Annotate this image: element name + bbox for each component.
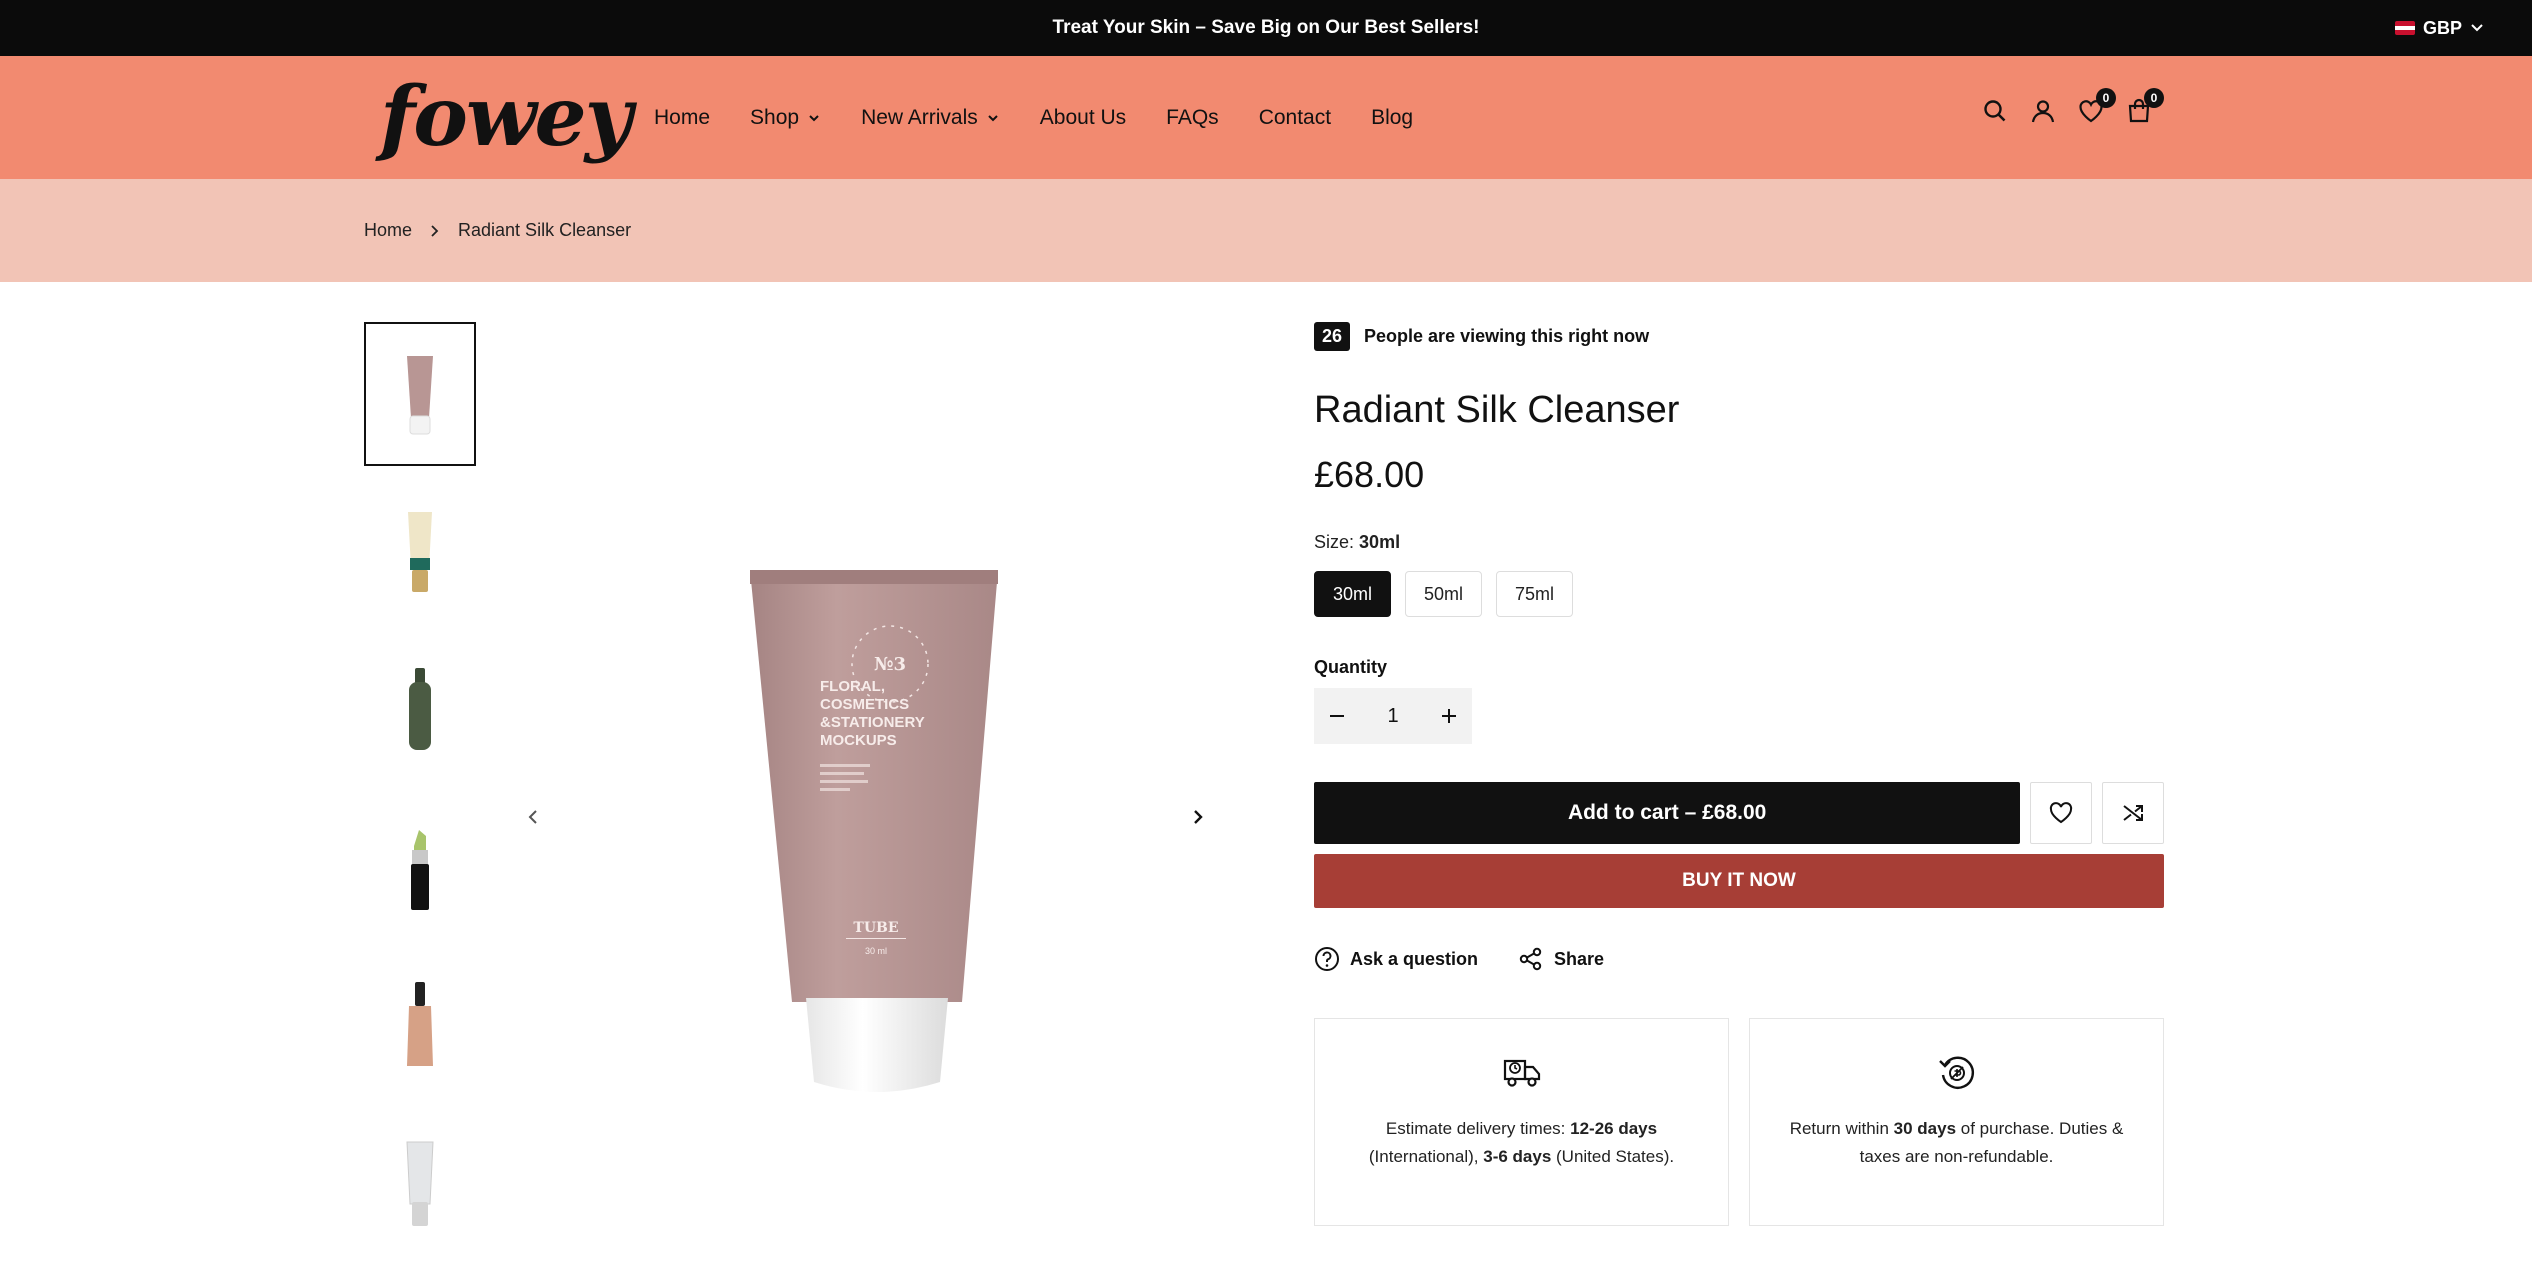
chevron-down-icon (988, 114, 998, 121)
logo[interactable]: fowey (380, 76, 632, 158)
nav-contact[interactable]: Contact (1259, 106, 1331, 130)
announcement-text: Treat Your Skin – Save Big on Our Best S… (1052, 17, 1480, 38)
add-to-wishlist-button[interactable] (2030, 782, 2093, 844)
product-title: Radiant Silk Cleanser (1314, 389, 1680, 431)
viewers-text: People are viewing this right now (1364, 326, 1650, 346)
minus-icon (1330, 715, 1344, 717)
share-link[interactable]: Share (1518, 946, 1604, 972)
tube-headline-2: COSMETICS (820, 696, 909, 713)
plus-icon (1442, 709, 1456, 723)
heart-icon (2050, 802, 2073, 824)
foundation-thumbnail-icon (407, 982, 433, 1066)
breadcrumb-current: Radiant Silk Cleanser (458, 220, 632, 240)
size-option-75ml[interactable]: 75ml (1496, 571, 1574, 617)
next-image-button[interactable] (1183, 802, 1213, 832)
previous-image-button[interactable] (518, 802, 548, 832)
returns-card: Return within 30 days of purchase. Dutie… (1749, 1018, 2164, 1226)
breadcrumb-bar: Home Radiant Silk Cleanser (0, 179, 2532, 282)
compare-button[interactable] (2102, 782, 2165, 844)
header-icons: 0 0 (1982, 88, 2164, 124)
product-price: £68.00 (1314, 454, 1425, 495)
returns-text: Return within 30 days of purchase. Dutie… (1789, 1119, 2124, 1166)
announcement-bar: Treat Your Skin – Save Big on Our Best S… (0, 0, 2532, 56)
thumbnail-2[interactable] (364, 480, 476, 624)
size-label: Size: 30ml (1314, 532, 1401, 552)
quantity-label: Quantity (1314, 657, 1388, 677)
nav-home[interactable]: Home (654, 106, 710, 130)
viewers-count-badge: 26 (1314, 322, 1351, 351)
secondary-actions: Ask a question Share (1314, 946, 2164, 972)
viewers-notice: 26 People are viewing this right now (1314, 322, 2164, 351)
nav-shop[interactable]: Shop (750, 106, 821, 130)
size-options: 30ml 50ml 75ml (1314, 571, 2164, 617)
size-option-50ml[interactable]: 50ml (1405, 571, 1483, 617)
increase-quantity-button[interactable] (1426, 688, 1472, 744)
user-icon[interactable] (2030, 98, 2056, 124)
serum-thumbnail-icon (406, 1141, 434, 1226)
heart-icon[interactable]: 0 (2078, 88, 2116, 124)
tube-product-image: №3 FLORAL, COSMETICS &STATIONERY MOCKUPS… (750, 570, 998, 1092)
chevron-right-icon (431, 224, 439, 237)
chevron-right-icon (1194, 810, 1203, 824)
site-header: fowey Home Shop New Arrivals About Us FA… (0, 56, 2532, 179)
bag-icon[interactable]: 0 (2126, 88, 2164, 124)
delivery-card: Estimate delivery times: 12-26 days (Int… (1314, 1018, 1729, 1226)
tube-headline-4: MOCKUPS (820, 732, 897, 749)
thumbnail-1[interactable] (364, 322, 476, 466)
quantity-stepper: 1 (1314, 688, 1472, 744)
thumbnail-5[interactable] (364, 954, 476, 1098)
breadcrumb: Home Radiant Silk Cleanser (364, 179, 631, 282)
delivery-text: Estimate delivery times: 12-26 days (Int… (1368, 1119, 1675, 1166)
question-circle-icon (1315, 947, 1339, 971)
product-main-image: №3 FLORAL, COSMETICS &STATIONERY MOCKUPS… (500, 322, 1240, 1272)
nav-blog[interactable]: Blog (1371, 106, 1413, 130)
cream-tube-thumbnail-icon (408, 512, 432, 592)
breadcrumb-home[interactable]: Home (364, 220, 412, 241)
main-nav: Home Shop New Arrivals About Us FAQs Con… (654, 56, 1413, 179)
thumbnail-list (364, 322, 476, 1270)
tube-headline-3: &STATIONERY (820, 714, 925, 731)
info-cards: Estimate delivery times: 12-26 days (Int… (1314, 1018, 2164, 1226)
cart-actions: Add to cart – £68.00 (1314, 782, 2165, 844)
tube-type-text: TUBE (853, 920, 898, 936)
tube-number-text: №3 (874, 654, 906, 675)
ask-question-link[interactable]: Ask a question (1314, 946, 1478, 972)
share-icon (1519, 947, 1542, 971)
tube-volume-text: 30 ml (865, 946, 887, 956)
currency-selector[interactable]: GBP (2394, 0, 2484, 56)
currency-label: GBP (2422, 17, 2462, 38)
size-option-30ml[interactable]: 30ml (1314, 571, 1392, 617)
tube-headline-1: FLORAL, (820, 678, 885, 695)
thumbnail-3[interactable] (364, 638, 476, 782)
decrease-quantity-button[interactable] (1314, 688, 1360, 744)
nav-faqs[interactable]: FAQs (1166, 106, 1219, 130)
nav-new-arrivals[interactable]: New Arrivals (861, 106, 1000, 130)
chevron-down-icon (809, 114, 819, 121)
thumbnail-4[interactable] (364, 796, 476, 940)
quantity-input[interactable]: 1 (1387, 705, 1398, 728)
chevron-down-icon (2471, 24, 2483, 32)
search-icon[interactable] (1982, 98, 2008, 124)
add-to-cart-button[interactable]: Add to cart – £68.00 (1314, 782, 2021, 844)
return-icon (1938, 1056, 1974, 1089)
nav-about-us[interactable]: About Us (1040, 106, 1126, 130)
wishlist-count: 0 (2096, 88, 2116, 108)
selected-size: 30ml (1359, 532, 1401, 552)
uk-flag-icon (2394, 21, 2415, 35)
lipstick-thumbnail-icon (411, 830, 429, 910)
chevron-left-icon (528, 810, 537, 824)
buy-it-now-button[interactable]: BUY IT NOW (1314, 854, 2164, 908)
product-info: 26 People are viewing this right now Rad… (1314, 322, 2165, 1226)
shuffle-icon (2123, 805, 2144, 821)
tube-thumbnail-icon (407, 356, 433, 435)
bottle-thumbnail-icon (409, 668, 431, 750)
thumbnail-6[interactable] (364, 1112, 476, 1256)
cart-count: 0 (2144, 88, 2164, 108)
truck-clock-icon (1503, 1059, 1540, 1087)
